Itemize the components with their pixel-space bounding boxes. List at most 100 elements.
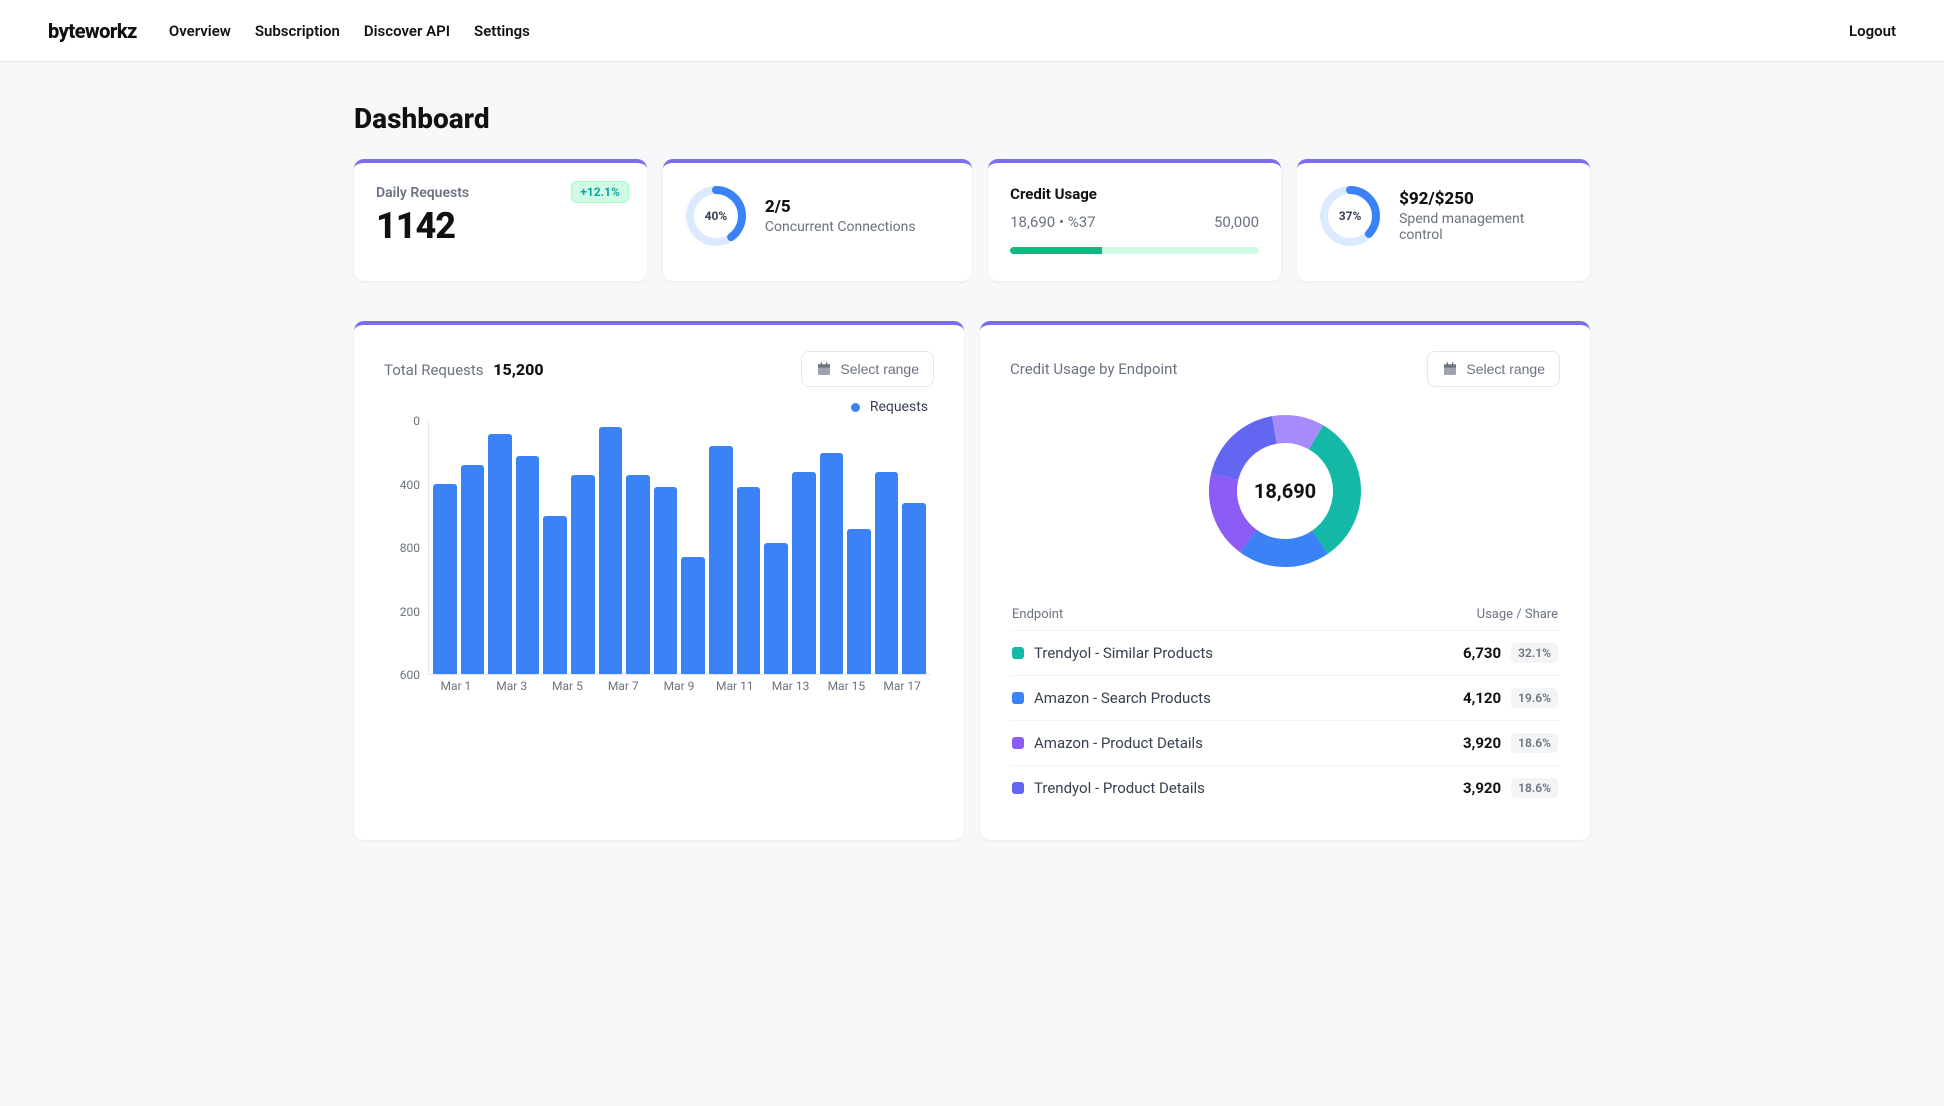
- bar: [543, 516, 567, 674]
- credit-used: 18,690 • %37: [1010, 213, 1095, 231]
- y-tick: 0: [413, 414, 420, 428]
- endpoint-name: Amazon - Search Products: [1034, 689, 1463, 707]
- bar-chart-range-button[interactable]: Select range: [801, 351, 934, 387]
- bar: [902, 503, 926, 674]
- donut-chart-title: Credit Usage by Endpoint: [1010, 360, 1177, 378]
- card-credit-by-endpoint: Credit Usage by Endpoint Select range 18…: [980, 321, 1590, 840]
- credit-total: 50,000: [1214, 213, 1259, 231]
- x-tick: Mar 7: [595, 679, 651, 701]
- y-tick: 200: [400, 605, 420, 619]
- connections-fraction: 2/5: [765, 197, 916, 217]
- bar: [433, 484, 457, 674]
- y-tick: 600: [400, 668, 420, 682]
- bar: [792, 472, 816, 674]
- bar: [488, 434, 512, 674]
- x-tick: Mar 15: [818, 679, 874, 701]
- bar-chart-title-label: Total Requests: [384, 361, 484, 379]
- bar-chart-plot: [428, 421, 930, 675]
- x-tick: Mar 5: [540, 679, 596, 701]
- connections-ring-percent: 40%: [685, 185, 747, 247]
- card-spend-management: 37% $92/$250 Spend management control: [1297, 159, 1590, 281]
- bar: [709, 446, 733, 674]
- credit-progress-fill: [1010, 247, 1102, 254]
- bar-chart-range-label: Select range: [840, 361, 919, 377]
- endpoint-swatch-icon: [1012, 692, 1024, 704]
- endpoint-header-left: Endpoint: [1012, 607, 1063, 622]
- daily-requests-value: 1142: [376, 205, 625, 247]
- bar-chart-title-value: 15,200: [493, 360, 543, 379]
- bar: [681, 557, 705, 674]
- endpoint-share-badge: 32.1%: [1511, 643, 1558, 663]
- x-tick: Mar 13: [763, 679, 819, 701]
- endpoint-row: Trendyol - Similar Products6,730 32.1%: [1010, 630, 1560, 675]
- endpoint-name: Trendyol - Product Details: [1034, 779, 1463, 797]
- x-tick: Mar 9: [651, 679, 707, 701]
- bar: [847, 529, 871, 674]
- logout-link[interactable]: Logout: [1849, 22, 1896, 40]
- bar: [571, 475, 595, 674]
- connections-label: Concurrent Connections: [765, 219, 916, 235]
- bar-chart-legend: Requests: [390, 399, 928, 415]
- endpoint-swatch-icon: [1012, 782, 1024, 794]
- endpoint-swatch-icon: [1012, 647, 1024, 659]
- endpoint-usage: 3,920: [1463, 779, 1501, 797]
- bar: [516, 456, 540, 674]
- nav-discover-api[interactable]: Discover API: [364, 22, 450, 40]
- daily-requests-delta-badge: +12.1%: [571, 181, 629, 203]
- credit-progress-track: [1010, 247, 1259, 254]
- endpoint-swatch-icon: [1012, 737, 1024, 749]
- bar: [626, 475, 650, 674]
- connections-ring-icon: 40%: [685, 185, 747, 247]
- calendar-icon: [1442, 361, 1458, 377]
- bar: [599, 427, 623, 674]
- spend-label: Spend management control: [1399, 211, 1568, 243]
- y-tick: 800: [400, 541, 420, 555]
- card-credit-usage: Credit Usage 18,690 • %37 50,000: [988, 159, 1281, 281]
- bar: [764, 543, 788, 674]
- topbar: byteworkz Overview Subscription Discover…: [0, 0, 1944, 62]
- endpoint-header-right: Usage / Share: [1477, 607, 1558, 622]
- bar-chart-x-axis: Mar 1Mar 3Mar 5Mar 7Mar 9Mar 11Mar 13Mar…: [428, 679, 930, 701]
- bar-chart-legend-label: Requests: [870, 399, 928, 415]
- bar: [737, 487, 761, 674]
- donut-chart-range-label: Select range: [1466, 361, 1545, 377]
- nav-subscription[interactable]: Subscription: [255, 22, 340, 40]
- x-tick: Mar 1: [428, 679, 484, 701]
- card-connections: 40% 2/5 Concurrent Connections: [663, 159, 972, 281]
- bar: [820, 453, 844, 674]
- card-total-requests-chart: Total Requests 15,200 Select range Reque…: [354, 321, 964, 840]
- donut-center-value: 18,690: [1205, 411, 1365, 571]
- bar-chart-bars: [429, 421, 930, 674]
- endpoint-name: Trendyol - Similar Products: [1034, 644, 1463, 662]
- card-daily-requests: Daily Requests 1142 +12.1%: [354, 159, 647, 281]
- endpoint-row: Amazon - Search Products4,120 19.6%: [1010, 675, 1560, 720]
- bar: [654, 487, 678, 674]
- calendar-icon: [816, 361, 832, 377]
- bar-chart-y-axis: 6002008004000: [384, 421, 424, 675]
- endpoint-row: Amazon - Product Details3,920 18.6%: [1010, 720, 1560, 765]
- main-nav: Overview Subscription Discover API Setti…: [169, 22, 530, 40]
- brand-logo: byteworkz: [48, 19, 137, 43]
- y-tick: 400: [400, 478, 420, 492]
- legend-dot-icon: [851, 403, 860, 412]
- endpoint-list: Trendyol - Similar Products6,730 32.1% Ama…: [1010, 630, 1560, 810]
- spend-ring-icon: 37%: [1319, 185, 1381, 247]
- nav-settings[interactable]: Settings: [474, 22, 530, 40]
- donut-chart-range-button[interactable]: Select range: [1427, 351, 1560, 387]
- x-tick: Mar 11: [707, 679, 763, 701]
- page-title: Dashboard: [354, 102, 1590, 135]
- spend-amount: $92/$250: [1399, 189, 1568, 209]
- endpoint-share-badge: 18.6%: [1511, 733, 1558, 753]
- endpoint-share-badge: 18.6%: [1511, 778, 1558, 798]
- endpoint-name: Amazon - Product Details: [1034, 734, 1463, 752]
- endpoint-usage: 6,730: [1463, 644, 1501, 662]
- bar: [875, 472, 899, 674]
- x-tick: Mar 17: [874, 679, 930, 701]
- endpoint-usage: 3,920: [1463, 734, 1501, 752]
- nav-overview[interactable]: Overview: [169, 22, 231, 40]
- credit-title: Credit Usage: [1010, 185, 1259, 203]
- endpoint-usage: 4,120: [1463, 689, 1501, 707]
- donut-chart: 18,690: [1205, 411, 1365, 571]
- endpoint-row: Trendyol - Product Details3,920 18.6%: [1010, 765, 1560, 810]
- endpoint-share-badge: 19.6%: [1511, 688, 1558, 708]
